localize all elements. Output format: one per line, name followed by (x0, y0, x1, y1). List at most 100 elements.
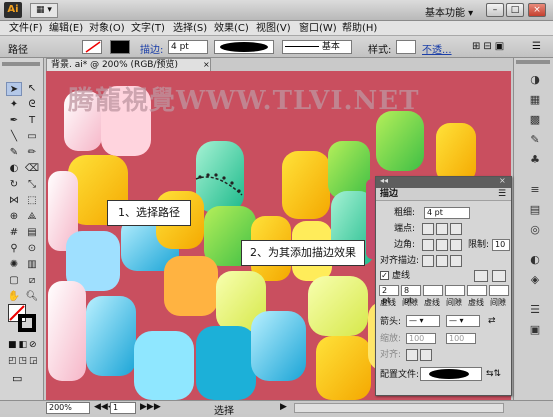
menu-view[interactable]: 视图(V) (253, 22, 294, 35)
panel-title-bar[interactable]: ◂◂ × (376, 176, 511, 188)
gap-1-field[interactable]: 8 pt (401, 285, 421, 305)
color-panel-icon[interactable]: ◑ (526, 72, 544, 88)
menu-type[interactable]: 文字(T) (128, 22, 168, 35)
pen-tool-icon[interactable]: ✒ (6, 114, 22, 128)
zoom-field[interactable]: 200% (46, 402, 90, 414)
graphic-style-swatch[interactable] (396, 40, 416, 54)
round-join-icon[interactable] (436, 239, 448, 251)
menu-object[interactable]: 对象(O) (86, 22, 128, 35)
transparency-panel-icon[interactable]: ◎ (526, 222, 544, 238)
profile-select[interactable] (420, 367, 482, 381)
rectangle-tool-icon[interactable]: ▭ (24, 130, 40, 144)
hand-tool-icon[interactable]: ✋ (6, 290, 22, 304)
menu-edit[interactable]: 编辑(E) (46, 22, 86, 35)
miter-join-icon[interactable] (422, 239, 434, 251)
horizontal-scrollbar[interactable] (294, 403, 504, 413)
dash-1-field[interactable]: 2 pt (379, 285, 399, 305)
limit-field[interactable]: 10 (492, 239, 510, 251)
direct-selection-tool-icon[interactable]: ↖ (24, 82, 40, 96)
pencil-tool-icon[interactable]: ✏ (24, 146, 40, 160)
selection-tool-icon[interactable]: ➤ (6, 82, 22, 96)
type-tool-icon[interactable]: T (24, 114, 40, 128)
arrow-tip-at-end-icon[interactable] (420, 349, 432, 361)
gap-3-field[interactable] (489, 285, 509, 296)
paintbrush-tool-icon[interactable]: ✎ (6, 146, 22, 160)
close-button[interactable]: × (528, 3, 546, 17)
panel-menu-icon[interactable]: ☰ (498, 188, 506, 200)
stroke-box[interactable] (18, 314, 36, 332)
free-transform-tool-icon[interactable]: ⬚ (24, 194, 40, 208)
zoom-tool-icon[interactable]: 🔍︎ (24, 290, 40, 304)
perspective-grid-tool-icon[interactable]: ⟁ (24, 210, 40, 224)
tools-grip[interactable] (2, 62, 40, 66)
align-outside-icon[interactable] (450, 255, 462, 267)
slice-tool-icon[interactable]: ⧄ (24, 274, 40, 288)
color-guide-panel-icon[interactable]: ▦ (526, 92, 544, 108)
rotate-tool-icon[interactable]: ↻ (6, 178, 22, 192)
weight-field[interactable]: 4 pt (424, 207, 470, 219)
bevel-join-icon[interactable] (450, 239, 462, 251)
butt-cap-icon[interactable] (422, 223, 434, 235)
swatches-panel-icon[interactable]: ▩ (526, 112, 544, 128)
end-scale-field[interactable]: 100 (446, 333, 476, 344)
gap-2-field[interactable] (445, 285, 465, 296)
menu-help[interactable]: 帮助(H) (339, 22, 380, 35)
dock-grip[interactable] (516, 60, 550, 64)
panel-collapse-icon[interactable]: ◂◂ (380, 176, 388, 185)
align-center-icon[interactable] (422, 255, 434, 267)
document-tab[interactable]: 背景. ai* @ 200% (RGB/预览) (46, 58, 211, 71)
color-mode-icons[interactable]: ■◧⊘ (8, 340, 38, 350)
stroke-swatch[interactable] (110, 40, 130, 54)
flip-profile-icons[interactable]: ⇆⇅ (486, 368, 501, 380)
start-arrowhead-select[interactable]: — ▾ (406, 315, 440, 327)
menu-file[interactable]: 文件(F) (6, 22, 46, 35)
minimize-button[interactable]: – (486, 3, 504, 17)
start-scale-field[interactable]: 100 (406, 333, 436, 344)
gradient-tool-icon[interactable]: ▤ (24, 226, 40, 240)
stroke-label[interactable]: 描边: (140, 41, 163, 56)
dash-2-field[interactable] (423, 285, 443, 296)
layers-panel-icon[interactable]: ☰ (526, 302, 544, 318)
eyedropper-tool-icon[interactable]: ⚲ (6, 242, 22, 256)
symbols-panel-icon[interactable]: ♣ (526, 152, 544, 168)
workspace-switcher[interactable]: 基本功能 ▾ (425, 4, 473, 19)
align-inside-icon[interactable] (436, 255, 448, 267)
artboard-nav-next-icon[interactable]: ▶▶▶ (140, 402, 161, 412)
maximize-button[interactable]: □ (506, 3, 524, 17)
stroke-weight-field[interactable]: 4 pt (168, 40, 208, 54)
lasso-tool-icon[interactable]: ᘓ (24, 98, 40, 112)
control-menu-icon[interactable]: ☰ (532, 41, 541, 52)
round-cap-icon[interactable] (436, 223, 448, 235)
width-tool-icon[interactable]: ⋈ (6, 194, 22, 208)
scale-tool-icon[interactable]: ⤡ (24, 178, 40, 192)
artboards-panel-icon[interactable]: ▣ (526, 322, 544, 338)
column-graph-tool-icon[interactable]: ▥ (24, 258, 40, 272)
tab-stroke[interactable]: 描边 (380, 188, 398, 200)
magic-wand-tool-icon[interactable]: ✦ (6, 98, 22, 112)
appearance-panel-icon[interactable]: ◐ (526, 252, 544, 268)
dashed-line-checkbox[interactable]: ✓ (380, 271, 389, 280)
arrow-tip-beyond-icon[interactable] (406, 349, 418, 361)
artboard-tool-icon[interactable]: ▢ (6, 274, 22, 288)
blend-tool-icon[interactable]: ⊙ (24, 242, 40, 256)
dash-align-corners-icon[interactable] (492, 270, 506, 282)
artboard-number-field[interactable]: 1 (110, 402, 136, 414)
line-tool-icon[interactable]: ╲ (6, 130, 22, 144)
swap-arrowheads-icon[interactable]: ⇄ (488, 315, 496, 327)
control-extra-icons[interactable]: ⊞⊟▣ (472, 41, 507, 52)
variable-width-profile[interactable] (214, 40, 274, 54)
panel-close-icon[interactable]: × (499, 176, 506, 185)
mesh-tool-icon[interactable]: # (6, 226, 22, 240)
opacity-link[interactable]: 不透... (422, 41, 452, 56)
eraser-tool-icon[interactable]: ⌫ (24, 162, 40, 176)
dash-align-exact-icon[interactable] (474, 270, 488, 282)
screen-mode-icon[interactable]: ▭ (12, 372, 22, 385)
graphic-styles-panel-icon[interactable]: ◈ (526, 272, 544, 288)
status-menu-icon[interactable]: ▶ (280, 402, 287, 412)
fill-swatch[interactable] (82, 40, 102, 54)
arrange-documents-button[interactable]: ▦ ▾ (30, 3, 58, 18)
projecting-cap-icon[interactable] (450, 223, 462, 235)
close-document-icon[interactable]: × (203, 60, 210, 69)
stroke-panel-icon[interactable]: ≡ (526, 182, 544, 198)
menu-effect[interactable]: 效果(C) (211, 22, 252, 35)
